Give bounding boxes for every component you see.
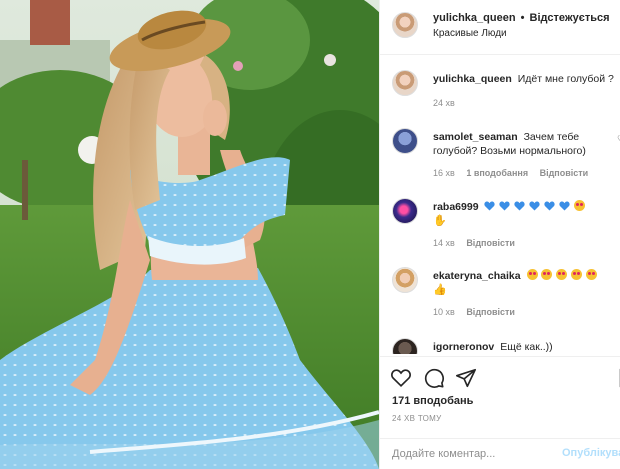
blue-heart-icon [529, 201, 540, 211]
commenter-avatar[interactable] [392, 128, 418, 154]
post-timestamp[interactable]: 24 ХВ ТОМУ [392, 414, 442, 423]
blue-heart-icon [514, 201, 525, 211]
comments-list[interactable]: yulichka_queen Идёт мне голубой ? 24 хв … [380, 56, 620, 354]
author-avatar[interactable] [392, 12, 418, 38]
post-sidebar: yulichka_queen • Відстежується Красивые … [379, 0, 620, 469]
blue-heart-icon [499, 201, 511, 211]
bookmark-icon[interactable] [616, 367, 620, 389]
thumbs-up-icon: 👍 [433, 284, 447, 296]
reply-button[interactable]: Відповісти [466, 307, 515, 317]
share-icon[interactable] [455, 367, 477, 389]
heart-eyes-face-icon [571, 269, 583, 280]
comment-username[interactable]: igorneronov [433, 341, 494, 353]
commenter-avatar[interactable] [392, 338, 418, 354]
comment-username[interactable]: yulichka_queen [433, 73, 512, 85]
commenter-avatar[interactable] [392, 267, 418, 293]
likes-count[interactable]: 171 вподобань [392, 395, 473, 407]
comment-meta: 10 хв Відповісти [433, 307, 524, 317]
comment-icon[interactable] [423, 367, 445, 389]
comment-username[interactable]: ekateryna_chaika [433, 270, 521, 282]
heart-eyes-face-icon [526, 269, 538, 280]
comment-meta: 14 хв Відповісти [433, 238, 524, 248]
blue-heart-icon [484, 201, 496, 211]
comment-time[interactable]: 24 хв [433, 98, 455, 108]
comment-username[interactable]: samolet_seaman [433, 131, 518, 143]
comment-body: Ещё как..)) [500, 341, 553, 353]
comment-meta: 24 хв [433, 98, 464, 108]
post-header: yulichka_queen • Відстежується Красивые … [380, 0, 620, 55]
heart-eyes-face-icon [586, 269, 598, 280]
photo-illustration [0, 0, 379, 469]
commenter-avatar[interactable] [392, 198, 418, 224]
reply-button[interactable]: Відповісти [540, 168, 589, 178]
comment-meta: 16 хв 1 вподобання Відповісти [433, 168, 597, 178]
comment-text: raba6999 ✋ [433, 200, 617, 228]
comment-input[interactable] [392, 445, 552, 463]
author-username[interactable]: yulichka_queen [433, 12, 516, 24]
comment-time[interactable]: 10 хв [433, 307, 455, 317]
comment-time[interactable]: 16 хв [433, 168, 455, 178]
comment-text: samolet_seaman Зачем тебе голубой? Возьм… [433, 130, 617, 158]
comment-text: ekateryna_chaika 👍 [433, 269, 617, 297]
comment-time[interactable]: 14 хв [433, 238, 455, 248]
post-actions: 171 вподобань 24 ХВ ТОМУ [380, 356, 620, 438]
separator-dot: • [520, 12, 525, 24]
heart-eyes-face-icon [556, 269, 568, 280]
comment-text: igorneronov Ещё как..)) [433, 340, 617, 354]
reply-button[interactable]: Відповісти [466, 238, 515, 248]
post-photo[interactable] [0, 0, 379, 469]
comment-username[interactable]: raba6999 [433, 201, 479, 213]
blue-heart-icon [544, 201, 555, 211]
comment-likes[interactable]: 1 вподобання [466, 168, 528, 178]
clapping-hand-icon: ✋ [433, 215, 447, 227]
following-status[interactable]: Відстежується [530, 12, 610, 24]
add-comment-bar: Опублікувати [380, 438, 620, 469]
post-comment-button[interactable]: Опублікувати [562, 447, 620, 459]
commenter-avatar[interactable] [392, 70, 418, 96]
post-location[interactable]: Красивые Люди [433, 28, 507, 39]
blue-heart-icon [559, 201, 570, 211]
heart-eyes-face-icon [574, 200, 585, 211]
comment-body: Идёт мне голубой ? [517, 73, 614, 85]
comment-text: yulichka_queen Идёт мне голубой ? [433, 72, 617, 86]
author-line: yulichka_queen • Відстежується [433, 12, 610, 24]
heart-icon[interactable] [390, 367, 412, 389]
heart-eyes-face-icon [541, 269, 553, 280]
